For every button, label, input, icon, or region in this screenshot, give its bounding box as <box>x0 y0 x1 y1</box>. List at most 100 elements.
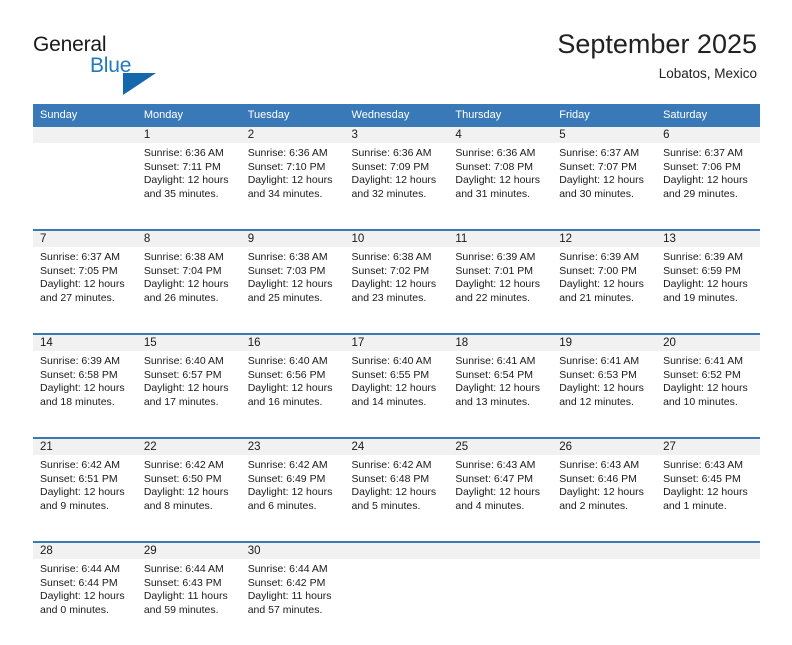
sunrise-text: Sunrise: 6:42 AM <box>247 459 328 471</box>
calendar-day-cell[interactable]: 10 Sunrise: 6:38 AM Sunset: 7:02 PM Dayligh… <box>344 229 449 334</box>
calendar-day-cell[interactable]: 25 Sunrise: 6:43 AM Sunset: 6:47 PM Dayligh… <box>448 437 553 542</box>
day-info <box>448 559 552 645</box>
calendar-day-cell[interactable]: 16 Sunrise: 6:40 AM Sunset: 6:56 PM Dayligh… <box>240 333 345 438</box>
day-number: 2 <box>240 127 345 143</box>
day-number: 29 <box>136 543 241 559</box>
calendar-day-cell[interactable]: 12 Sunrise: 6:39 AM Sunset: 7:00 PM Dayligh… <box>552 229 657 334</box>
calendar-day-cell[interactable]: 26 Sunrise: 6:43 AM Sunset: 6:46 PM Dayligh… <box>552 437 657 542</box>
sunrise-text: Sunrise: 6:40 AM <box>247 355 328 367</box>
sunrise-text: Sunrise: 6:42 AM <box>40 459 120 471</box>
calendar-day-cell[interactable]: 17 Sunrise: 6:40 AM Sunset: 6:55 PM Dayligh… <box>344 333 449 438</box>
sunrise-text: Sunrise: 6:38 AM <box>143 251 224 263</box>
day-number: 27 <box>656 439 760 455</box>
day-number: 19 <box>552 335 657 351</box>
calendar-day-cell[interactable]: 29 Sunrise: 6:44 AM Sunset: 6:43 PM Dayligh… <box>136 541 241 645</box>
sunset-text: Sunset: 6:47 PM <box>455 472 534 485</box>
calendar-day-cell[interactable]: 4 Sunrise: 6:36 AM Sunset: 7:08 PM Daylight… <box>448 127 553 230</box>
day-info: Sunrise: 6:37 AM Sunset: 7:05 PM Daylight:… <box>33 247 137 333</box>
calendar-day-cell[interactable]: 11 Sunrise: 6:39 AM Sunset: 7:01 PM Dayligh… <box>448 229 553 334</box>
calendar-day-cell-empty <box>448 541 553 645</box>
daylight-text-line2: and 23 minutes. <box>351 291 427 304</box>
day-number: 7 <box>33 231 137 247</box>
sunrise-text: Sunrise: 6:44 AM <box>247 563 328 575</box>
calendar-day-cell[interactable]: 19 Sunrise: 6:41 AM Sunset: 6:53 PM Dayligh… <box>552 333 657 438</box>
day-info: Sunrise: 6:37 AM Sunset: 7:07 PM Daylight:… <box>552 143 656 229</box>
sunrise-text: Sunrise: 6:39 AM <box>40 355 120 367</box>
day-number: 22 <box>136 439 241 455</box>
sunrise-text: Sunrise: 6:43 AM <box>559 459 640 471</box>
calendar-day-cell-empty <box>33 127 137 230</box>
sunset-text: Sunset: 6:45 PM <box>663 472 741 485</box>
page-title: September 2025 <box>557 29 757 59</box>
calendar-day-cell[interactable]: 7 Sunrise: 6:37 AM Sunset: 7:05 PM Daylight… <box>33 229 137 334</box>
day-info <box>33 143 137 229</box>
day-info: Sunrise: 6:40 AM Sunset: 6:56 PM Daylight:… <box>241 351 345 437</box>
day-number: 10 <box>344 231 449 247</box>
day-number: 14 <box>33 335 137 351</box>
day-info: Sunrise: 6:41 AM Sunset: 6:53 PM Daylight:… <box>552 351 656 437</box>
day-number: 1 <box>136 127 241 143</box>
daylight-text-line2: and 21 minutes. <box>559 291 634 304</box>
sunrise-text: Sunrise: 6:38 AM <box>247 251 328 263</box>
calendar-day-cell[interactable]: 9 Sunrise: 6:38 AM Sunset: 7:03 PM Daylight… <box>240 229 345 334</box>
calendar-day-cell[interactable]: 27 Sunrise: 6:43 AM Sunset: 6:45 PM Dayligh… <box>656 437 760 542</box>
calendar-day-cell[interactable]: 5 Sunrise: 6:37 AM Sunset: 7:07 PM Daylight… <box>552 127 657 230</box>
brand-logo[interactable]: General Blue <box>33 33 163 95</box>
calendar-day-cell[interactable]: 18 Sunrise: 6:41 AM Sunset: 6:54 PM Dayligh… <box>448 333 553 438</box>
calendar-day-cell[interactable]: 21 Sunrise: 6:42 AM Sunset: 6:51 PM Dayligh… <box>33 437 137 542</box>
sunrise-text: Sunrise: 6:41 AM <box>559 355 640 367</box>
daylight-text-line1: Daylight: 12 hours <box>351 174 437 187</box>
day-number: 28 <box>33 543 137 559</box>
day-info: Sunrise: 6:40 AM Sunset: 6:57 PM Daylight:… <box>137 351 241 437</box>
daylight-text-line1: Daylight: 12 hours <box>143 486 229 499</box>
day-info: Sunrise: 6:41 AM Sunset: 6:52 PM Daylight:… <box>656 351 760 437</box>
daylight-text-line1: Daylight: 12 hours <box>143 278 229 291</box>
sunset-text: Sunset: 6:59 PM <box>663 264 741 277</box>
daylight-text-line1: Daylight: 12 hours <box>663 382 748 395</box>
sunset-text: Sunset: 7:05 PM <box>40 264 118 277</box>
sunrise-text: Sunrise: 6:41 AM <box>663 355 744 367</box>
calendar-day-cell[interactable]: 30 Sunrise: 6:44 AM Sunset: 6:42 PM Dayligh… <box>240 541 345 645</box>
calendar-day-cell[interactable]: 8 Sunrise: 6:38 AM Sunset: 7:04 PM Daylight… <box>136 229 241 334</box>
daylight-text-line2: and 0 minutes. <box>40 603 109 616</box>
calendar-day-cell[interactable]: 13 Sunrise: 6:39 AM Sunset: 6:59 PM Dayligh… <box>656 229 760 334</box>
sunset-text: Sunset: 7:11 PM <box>143 160 221 173</box>
calendar-day-cell[interactable]: 23 Sunrise: 6:42 AM Sunset: 6:49 PM Dayligh… <box>240 437 345 542</box>
daylight-text-line1: Daylight: 11 hours <box>143 590 228 603</box>
calendar-day-cell[interactable]: 6 Sunrise: 6:37 AM Sunset: 7:06 PM Daylight… <box>656 127 760 230</box>
daylight-text-line2: and 14 minutes. <box>351 395 427 408</box>
calendar-day-cell[interactable]: 28 Sunrise: 6:44 AM Sunset: 6:44 PM Dayligh… <box>33 541 137 645</box>
calendar-day-cell[interactable]: 20 Sunrise: 6:41 AM Sunset: 6:52 PM Dayligh… <box>656 333 760 438</box>
daylight-text-line1: Daylight: 12 hours <box>247 174 333 187</box>
calendar-page: General Blue September 2025 Lobatos, Mex… <box>0 0 792 645</box>
calendar-day-cell[interactable]: 3 Sunrise: 6:36 AM Sunset: 7:09 PM Daylight… <box>344 127 449 230</box>
calendar-day-cell[interactable]: 1 Sunrise: 6:36 AM Sunset: 7:11 PM Daylight… <box>136 127 241 230</box>
sunset-text: Sunset: 6:58 PM <box>40 368 118 381</box>
day-number: 8 <box>136 231 241 247</box>
sunset-text: Sunset: 7:02 PM <box>351 264 430 277</box>
day-info: Sunrise: 6:36 AM Sunset: 7:10 PM Daylight:… <box>241 143 345 229</box>
sunset-text: Sunset: 6:55 PM <box>351 368 430 381</box>
day-number: 12 <box>552 231 657 247</box>
daylight-text-line2: and 17 minutes. <box>143 395 219 408</box>
calendar-day-cell[interactable]: 14 Sunrise: 6:39 AM Sunset: 6:58 PM Dayligh… <box>33 333 137 438</box>
sunset-text: Sunset: 6:56 PM <box>247 368 326 381</box>
sunrise-text: Sunrise: 6:40 AM <box>351 355 432 367</box>
calendar-day-cell[interactable]: 24 Sunrise: 6:42 AM Sunset: 6:48 PM Dayligh… <box>344 437 449 542</box>
weekday-header-monday: Monday <box>136 104 241 127</box>
calendar-day-cell[interactable]: 2 Sunrise: 6:36 AM Sunset: 7:10 PM Daylight… <box>240 127 345 230</box>
day-info: Sunrise: 6:39 AM Sunset: 7:01 PM Daylight:… <box>448 247 552 333</box>
calendar-day-cell[interactable]: 15 Sunrise: 6:40 AM Sunset: 6:57 PM Dayligh… <box>136 333 241 438</box>
day-info: Sunrise: 6:38 AM Sunset: 7:04 PM Daylight:… <box>137 247 241 333</box>
day-info: Sunrise: 6:42 AM Sunset: 6:51 PM Daylight:… <box>33 455 137 541</box>
daylight-text-line2: and 4 minutes. <box>455 499 525 512</box>
day-info: Sunrise: 6:39 AM Sunset: 7:00 PM Daylight:… <box>552 247 656 333</box>
day-number: 25 <box>448 439 553 455</box>
calendar-week-row: 7 Sunrise: 6:37 AM Sunset: 7:05 PM Daylight… <box>33 229 760 334</box>
sunrise-text: Sunrise: 6:37 AM <box>663 147 744 159</box>
day-info: Sunrise: 6:42 AM Sunset: 6:50 PM Daylight:… <box>137 455 241 541</box>
day-info: Sunrise: 6:44 AM Sunset: 6:42 PM Daylight:… <box>241 559 345 645</box>
daylight-text-line1: Daylight: 12 hours <box>351 382 437 395</box>
calendar-day-cell[interactable]: 22 Sunrise: 6:42 AM Sunset: 6:50 PM Dayligh… <box>136 437 241 542</box>
day-info <box>656 559 760 645</box>
